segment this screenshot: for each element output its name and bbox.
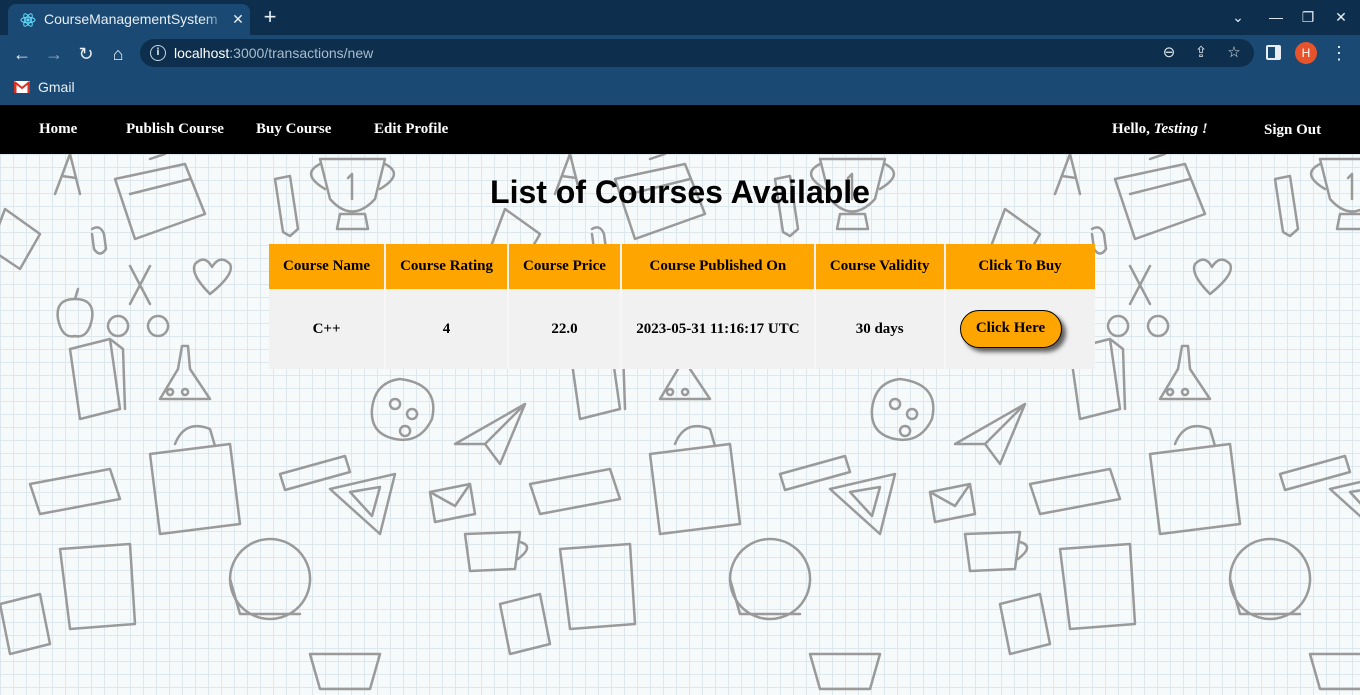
back-icon[interactable]: ← — [9, 43, 35, 65]
home-icon[interactable]: ⌂ — [105, 43, 131, 65]
cell-published-on: 2023-05-31 11:16:17 UTC — [620, 289, 816, 369]
address-bar[interactable]: i localhost:3000/transactions/new ⊖ ⇪ ☆ — [140, 39, 1254, 67]
table-row: C++ 4 22.0 2023-05-31 11:16:17 UTC 30 da… — [269, 289, 1095, 369]
reload-icon[interactable]: ↻ — [73, 43, 99, 65]
profile-avatar[interactable]: H — [1295, 42, 1317, 64]
courses-table: Course Name Course Rating Course Price C… — [269, 244, 1095, 369]
minimize-window-icon[interactable]: — — [1266, 8, 1286, 26]
page-title: List of Courses Available — [490, 174, 870, 210]
doodle-background — [0, 154, 1360, 691]
close-window-icon[interactable]: ✕ — [1331, 8, 1351, 26]
cell-click-to-buy: Click Here — [944, 289, 1095, 369]
nav-link-edit-profile[interactable]: Edit Profile — [374, 121, 448, 138]
top-navbar: Home Publish Course Buy Course Edit Prof… — [0, 105, 1360, 154]
nav-link-buy-course[interactable]: Buy Course — [256, 121, 331, 138]
side-panel-icon[interactable] — [1266, 45, 1281, 60]
react-icon — [20, 13, 36, 27]
cell-course-validity: 30 days — [814, 289, 946, 369]
restore-window-icon[interactable]: ❐ — [1298, 8, 1318, 26]
zoom-icon[interactable]: ⊖ — [1159, 43, 1179, 63]
cell-course-price: 22.0 — [508, 289, 622, 369]
new-tab-button[interactable]: + — [259, 6, 281, 28]
cell-course-rating: 4 — [385, 289, 509, 369]
column-header-click-to-buy: Click To Buy — [944, 244, 1095, 289]
tab-title: CourseManagementSystem — [44, 11, 218, 27]
close-tab-icon[interactable]: ✕ — [230, 11, 246, 27]
nav-link-home[interactable]: Home — [39, 121, 77, 138]
url-text[interactable]: localhost:3000/transactions/new — [174, 45, 373, 61]
forward-icon[interactable]: → — [41, 43, 67, 65]
main-content: List of Courses Available Course Name Co… — [0, 154, 1360, 695]
bookmark-star-icon[interactable]: ☆ — [1224, 43, 1244, 63]
column-header-course-price: Course Price — [508, 244, 622, 289]
gmail-icon — [14, 81, 30, 93]
bookmark-gmail[interactable]: Gmail — [14, 78, 75, 96]
column-header-course-validity: Course Validity — [814, 244, 946, 289]
column-header-course-rating: Course Rating — [385, 244, 509, 289]
site-info-icon[interactable]: i — [150, 45, 166, 61]
column-header-published-on: Course Published On — [620, 244, 816, 289]
share-icon[interactable]: ⇪ — [1191, 43, 1211, 63]
user-greeting: Hello, Testing ! — [1112, 121, 1208, 137]
tab-search-icon[interactable]: ⌄ — [1228, 8, 1248, 26]
bookmark-label: Gmail — [38, 79, 75, 95]
browser-tab-strip: CourseManagementSystem ✕ + ⌄ — ❐ ✕ — [0, 0, 1360, 35]
click-here-button[interactable]: Click Here — [959, 310, 1062, 348]
sign-out-link[interactable]: Sign Out — [1264, 122, 1321, 139]
browser-menu-icon[interactable]: ⋮ — [1330, 41, 1348, 65]
browser-tab[interactable]: CourseManagementSystem ✕ — [8, 4, 250, 35]
browser-toolbar: ← → ↻ ⌂ i localhost:3000/transactions/ne… — [0, 35, 1360, 105]
column-header-course-name: Course Name — [269, 244, 387, 289]
nav-link-publish-course[interactable]: Publish Course — [126, 121, 224, 138]
app-root: Home Publish Course Buy Course Edit Prof… — [0, 105, 1360, 695]
cell-course-name: C++ — [269, 289, 387, 369]
table-header-row: Course Name Course Rating Course Price C… — [269, 244, 1095, 289]
